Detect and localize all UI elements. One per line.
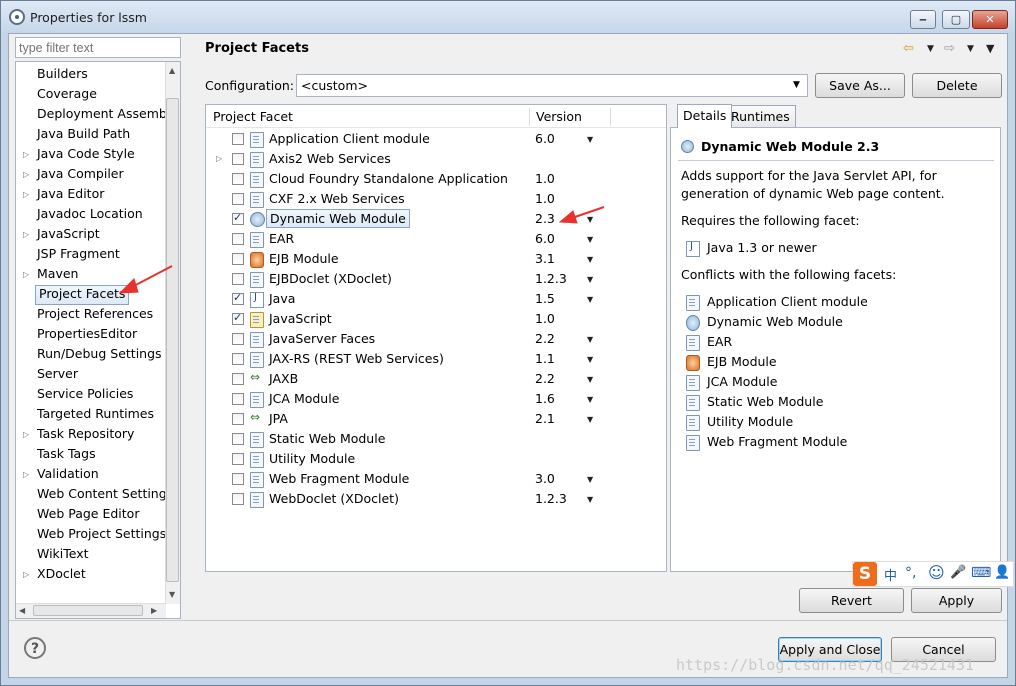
ime-language-icon[interactable]: 中 (884, 565, 897, 584)
ime-punctuation-icon[interactable]: °, (905, 565, 916, 581)
ime-user-icon[interactable]: 👤 (994, 565, 1010, 580)
apply-button[interactable]: Apply (911, 588, 1002, 613)
help-icon[interactable]: ? (24, 637, 46, 659)
ime-microphone-icon[interactable]: 🎤 (950, 565, 966, 580)
tab-details[interactable]: Details (677, 104, 733, 128)
revert-button[interactable]: Revert (799, 588, 904, 613)
ime-emoji-icon[interactable]: ☺ (928, 563, 945, 582)
watermark: https://blog.csdn.net/qq_24521431 (676, 656, 975, 674)
annotation-arrow-nav (118, 265, 173, 294)
ime-keyboard-icon[interactable]: ⌨ (971, 565, 991, 581)
sogou-logo-icon[interactable]: S (853, 562, 877, 586)
footer-divider (9, 620, 1007, 621)
annotation-arrow-version (558, 206, 605, 224)
